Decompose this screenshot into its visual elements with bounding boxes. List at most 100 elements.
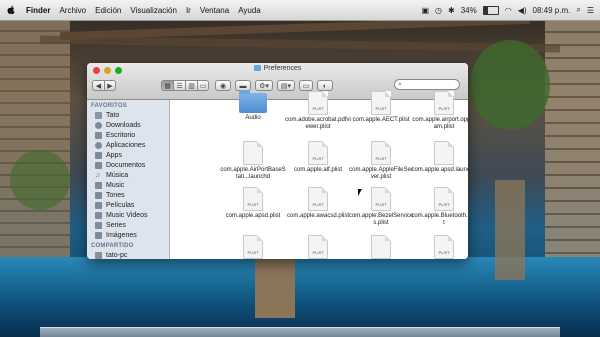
sidebar-item-tato[interactable]: Tato [87, 110, 169, 120]
sidebar-item-label: Apps [106, 151, 122, 159]
file-item[interactable]: PLIST [220, 235, 286, 259]
file-item[interactable]: com.apple.AirPortBaseStati...launchd [220, 141, 286, 181]
finder-window: Preferences ◀ ▶ ▦ ☰ ▥ ▭ ◉ ▬ ⚙▾ ▤▾ ▭ ◐ ⌕ … [87, 63, 468, 259]
new-folder-button[interactable]: ▬ [235, 79, 251, 91]
sidebar-item-label: Music [106, 181, 125, 189]
coverflow-view-button[interactable]: ▭ [197, 79, 209, 91]
sidebar-item-label: Music Videos [106, 211, 148, 219]
sidebar-item-downloads[interactable]: Downloads [87, 120, 169, 130]
menu-edicion[interactable]: Edición [95, 6, 121, 15]
sidebar-item-documentos[interactable]: Documentos [87, 160, 169, 170]
icon-view-button[interactable]: ▦ [161, 79, 173, 91]
column-view-button[interactable]: ▥ [185, 79, 197, 91]
sidebar-item-tones[interactable]: Tones [87, 190, 169, 200]
plist-tag: PLIST [438, 106, 450, 111]
file-name: com.apple.awacsd.plist [286, 213, 350, 219]
sidebar-item-label: Aplicaciones [106, 141, 146, 149]
menu-ir[interactable]: Ir [186, 6, 191, 15]
file-item[interactable]: PLIST com.apple.airport.opproam.plist [411, 91, 468, 131]
plist-tag: PLIST [312, 250, 324, 255]
action-gear-button[interactable]: ⚙▾ [255, 79, 273, 91]
share-button[interactable]: ▭ [299, 79, 313, 91]
sidebar-item-music-videos[interactable]: Music Videos [87, 210, 169, 220]
pillar [495, 180, 525, 280]
plist-tag: PLIST [312, 106, 324, 111]
plist-tag: PLIST [312, 156, 324, 161]
battery-percent: 34% [460, 5, 477, 15]
file-name: com.apple.apsd.launchd [411, 167, 468, 173]
menu-archivo[interactable]: Archivo [59, 6, 86, 15]
file-name: Audio [245, 115, 261, 121]
quick-look-button[interactable]: ◉ [215, 79, 231, 91]
file-item[interactable]: PLIST [285, 235, 351, 259]
folder-icon [95, 221, 102, 229]
menu-ayuda[interactable]: Ayuda [238, 6, 261, 15]
plist-file-icon: PLIST [371, 187, 391, 211]
sidebar-item-label: Downloads [106, 121, 141, 129]
window-title: Preferences [87, 65, 468, 72]
plist-tag: PLIST [438, 202, 450, 207]
sidebar-item-escritorio[interactable]: Escritorio [87, 130, 169, 140]
sidebar-item-label: tato-pc [106, 251, 128, 259]
file-item[interactable]: PLIST com.apple.AECT.plist [348, 91, 414, 124]
plist-file-icon: PLIST [243, 235, 263, 259]
plist-file-icon: PLIST [371, 141, 391, 165]
search-field[interactable]: ⌕ [394, 79, 460, 90]
sidebar-item-label: Tato [106, 111, 120, 119]
file-item[interactable]: Audio [220, 90, 286, 122]
list-view-button[interactable]: ☰ [173, 79, 185, 91]
forward-button[interactable]: ▶ [104, 79, 116, 91]
document-icon [434, 141, 454, 165]
file-item[interactable]: PLIST com.apple.alf.plist [285, 141, 351, 174]
finder-sidebar: FAVORITOS Tato Downloads Escritorio Apli… [87, 100, 170, 259]
apple-icon[interactable] [6, 5, 16, 15]
file-item[interactable]: PLIST com.apple.AppleFileServer.plist [348, 141, 414, 181]
file-name: com.apple.Bluetooth.plist [411, 213, 468, 226]
file-item[interactable]: PLIST com.adobe.acrobat.pdfviewer.plist [285, 91, 351, 131]
file-item[interactable]: PLIST com.apple.awacsd.plist [285, 187, 351, 220]
sidebar-item-peliculas[interactable]: Películas [87, 200, 169, 210]
notification-list-icon[interactable]: ☰ [587, 6, 594, 15]
tags-button[interactable]: ◐ [317, 79, 333, 91]
file-item[interactable]: PLIST com.apple.apsd.plist [220, 187, 286, 220]
file-name: com.apple.BezelServices.plist [348, 213, 414, 226]
document-icon [243, 141, 263, 165]
menu-ventana[interactable]: Ventana [200, 6, 229, 15]
plist-tag: PLIST [375, 106, 387, 111]
sidebar-item-label: Música [106, 171, 129, 179]
plist-file-icon: PLIST [308, 235, 328, 259]
plist-file-icon: PLIST [371, 91, 391, 115]
dock[interactable] [40, 327, 560, 337]
battery-icon[interactable] [482, 5, 499, 15]
time-machine-icon[interactable]: ◷ [435, 6, 442, 15]
sidebar-header-shared: COMPARTIDO [91, 243, 134, 249]
wifi-icon[interactable]: ◠ [505, 6, 512, 15]
volume-icon[interactable]: ◀) [518, 6, 527, 15]
menu-app-name[interactable]: Finder [26, 6, 50, 15]
file-item[interactable] [348, 235, 414, 259]
mouse-cursor-icon [358, 189, 362, 196]
folder-icon [253, 65, 261, 71]
sidebar-item-music[interactable]: Music [87, 180, 169, 190]
bluetooth-icon[interactable]: ✱ [448, 6, 455, 15]
plist-file-icon: PLIST [434, 235, 454, 259]
file-item[interactable]: com.apple.apsd.launchd [411, 141, 468, 174]
sidebar-item-musica[interactable]: ♫ Música [87, 170, 169, 180]
sidebar-item-imagenes[interactable]: Imágenes [87, 230, 169, 240]
sidebar-item-aplicaciones[interactable]: Aplicaciones [87, 140, 169, 150]
sidebar-item-tato-pc[interactable]: tato-pc [87, 250, 169, 259]
desktop-icon [95, 131, 102, 139]
file-item[interactable]: PLIST [411, 235, 468, 259]
spotlight-icon[interactable]: ⌕ [576, 5, 580, 15]
download-icon [95, 121, 102, 129]
sidebar-item-apps[interactable]: Apps [87, 150, 169, 160]
clock[interactable]: 08:49 p.m. [533, 6, 571, 15]
back-button[interactable]: ◀ [92, 79, 104, 91]
menu-visualizacion[interactable]: Visualización [130, 6, 177, 15]
music-note-icon: ♫ [95, 171, 101, 179]
file-item[interactable]: PLIST com.apple.Bluetooth.plist [411, 187, 468, 227]
media-icon[interactable]: ▣ [421, 6, 429, 15]
arrange-button[interactable]: ▤▾ [277, 79, 295, 91]
sidebar-item-series[interactable]: Series [87, 220, 169, 230]
folder-icon [95, 151, 102, 159]
